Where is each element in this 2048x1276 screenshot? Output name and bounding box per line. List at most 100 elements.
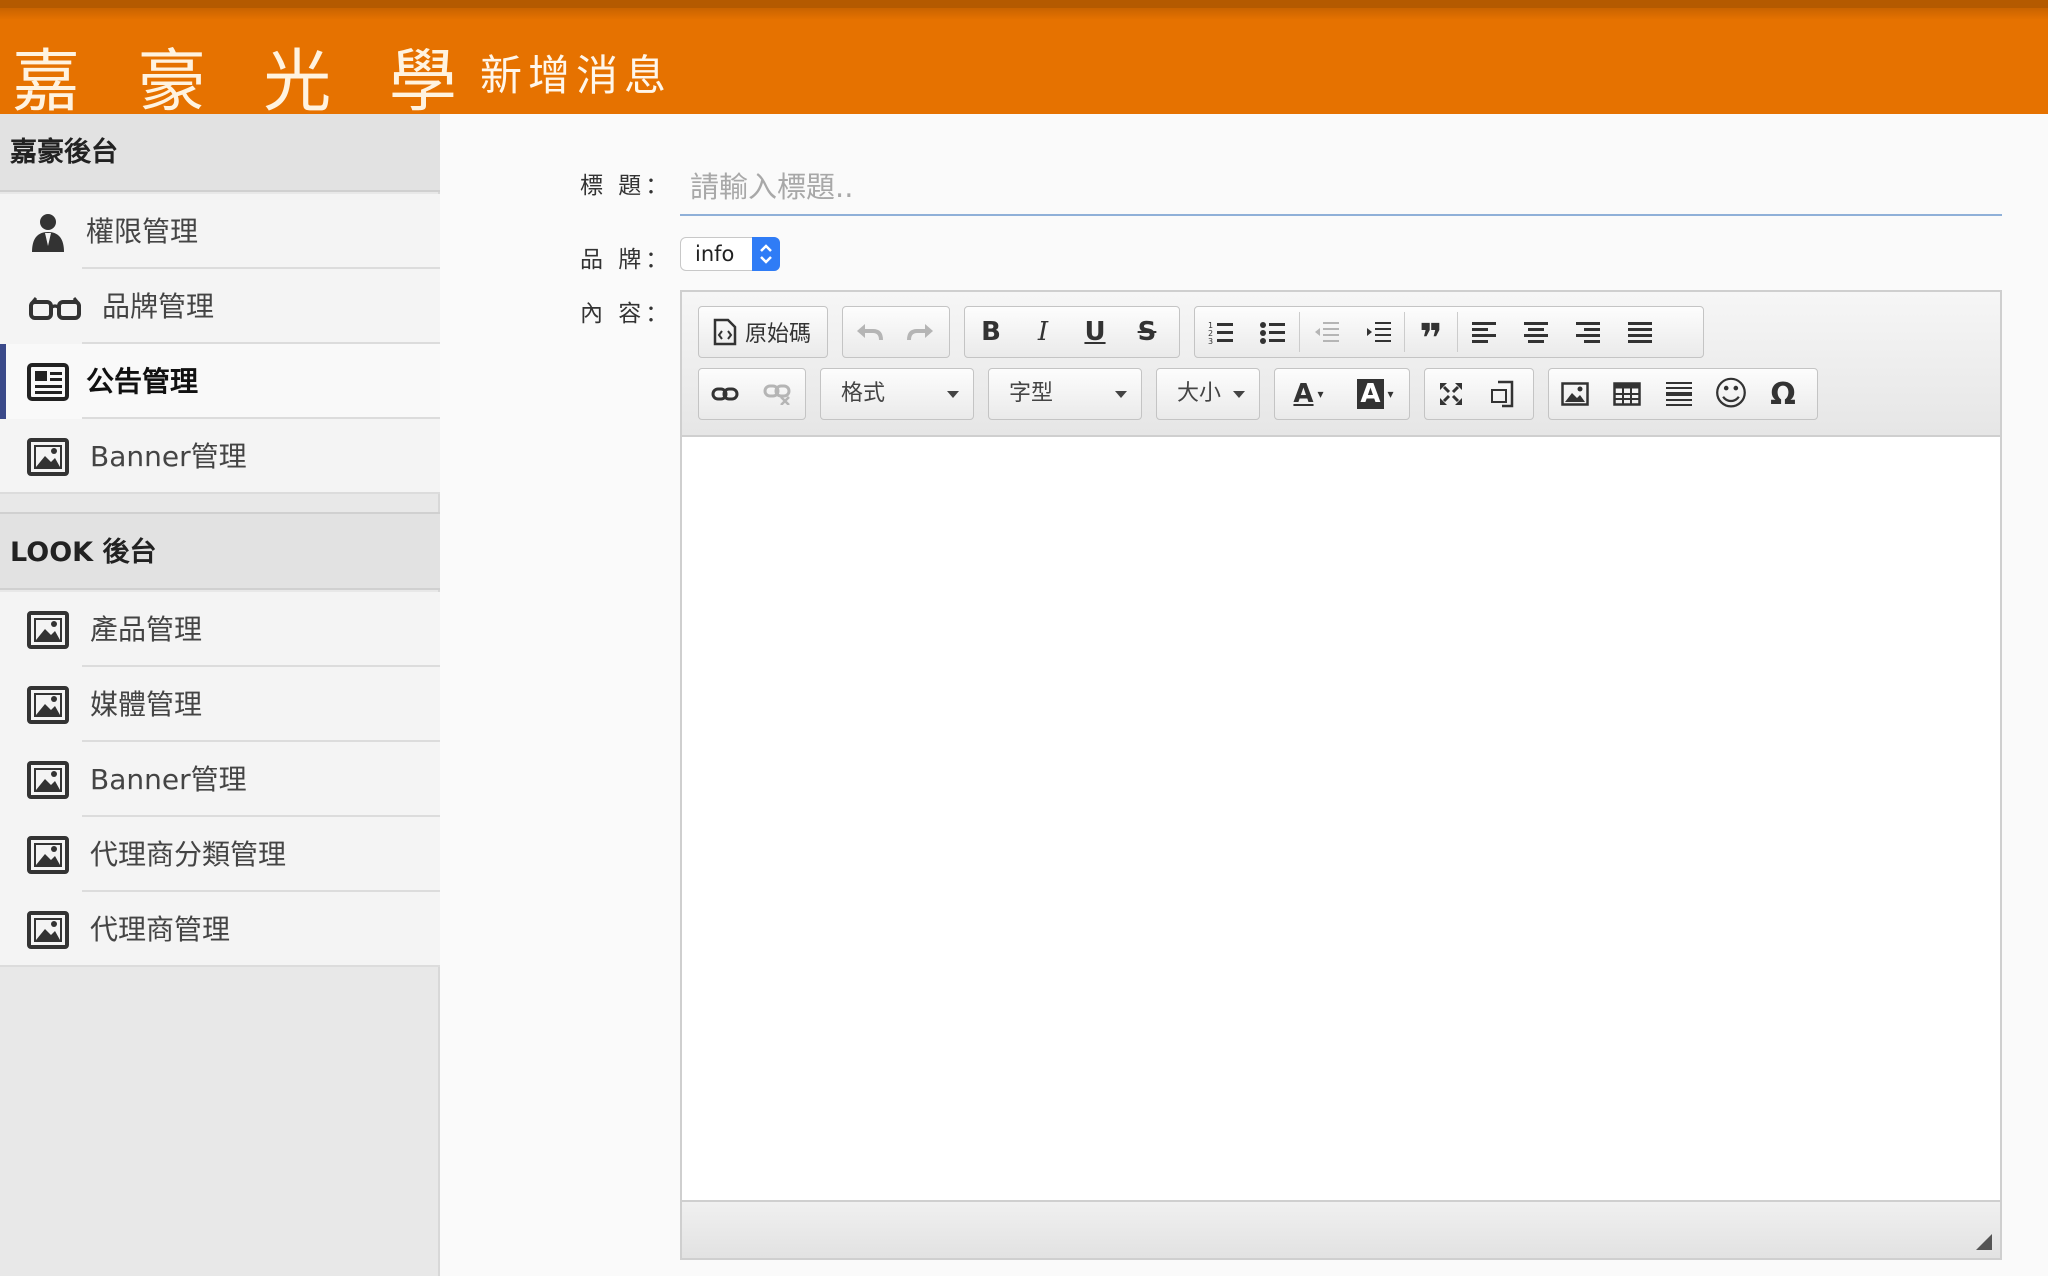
underline-button[interactable]: U [1069,307,1121,357]
sidebar-item-announcements[interactable]: 公告管理 [0,344,440,419]
select-arrows-icon [752,237,780,271]
indent-button[interactable] [1352,307,1404,357]
bold-button[interactable]: B [965,307,1017,357]
sidebar-item-permissions[interactable]: 權限管理 [0,194,440,269]
align-left-button[interactable] [1458,307,1510,357]
size-dropdown[interactable]: 大小 [1156,368,1260,420]
image-icon [27,438,69,476]
sidebar-item-label: 媒體管理 [90,688,203,721]
outdent-icon [1315,322,1339,342]
paragraph-group: 1 2 3 ❞ [1194,306,1704,362]
glasses-icon [29,297,81,320]
bulleted-list-button[interactable] [1247,307,1299,357]
justify-button[interactable] [1614,307,1666,357]
color-group: A ▾ A ▾ [1274,368,1410,420]
insert-image-button[interactable] [1549,369,1601,419]
brand-select-value: info [695,242,735,266]
user-icon [32,214,64,252]
blockquote-button[interactable]: ❞ [1405,307,1457,362]
sidebar: 嘉豪後台 權限管理 品牌管理 公告管理 Banner管理 LOOK 後台 產品管… [0,114,440,1276]
sidebar-item-banner[interactable]: Banner管理 [0,419,440,494]
background-color-icon: A [1357,379,1384,409]
brand-logo: 嘉 豪 光 學 [12,43,475,122]
image-icon [27,686,69,724]
chevron-down-icon [947,391,959,398]
sidebar-item-label: 代理商管理 [90,913,231,946]
maximize-icon [1440,383,1462,405]
title-label: 標 題： [580,173,673,199]
sidebar-item-brands[interactable]: 品牌管理 [0,269,440,344]
table-icon [1613,382,1641,406]
unlink-button[interactable] [751,369,803,419]
title-input[interactable] [680,160,2002,216]
text-color-icon: A [1293,379,1314,409]
content-label: 內 容： [580,301,673,327]
sidebar-item-label: Banner管理 [90,763,247,796]
ordered-list-icon: 1 2 3 [1208,321,1233,344]
align-center-icon [1524,322,1548,343]
image-icon [27,836,69,874]
source-button[interactable]: 原始碼 [698,306,828,358]
link-icon [711,387,739,401]
special-char-button[interactable]: Ω [1757,369,1809,419]
justify-icon [1628,322,1652,343]
sidebar-section-title: LOOK 後台 [0,512,440,590]
link-button[interactable] [699,369,751,419]
show-blocks-button[interactable] [1477,369,1529,419]
format-dropdown-label: 格式 [841,381,886,406]
undo-button[interactable] [843,307,895,357]
sidebar-item-agent-categories[interactable]: 代理商分類管理 [0,817,440,892]
indent-icon [1367,322,1391,342]
align-right-button[interactable] [1562,307,1614,357]
text-style-group: B I U S [964,306,1180,358]
size-dropdown-label: 大小 [1177,381,1222,406]
ordered-list-button[interactable]: 1 2 3 [1195,307,1247,357]
text-color-button[interactable]: A ▾ [1275,369,1342,419]
brand-select[interactable]: info [680,237,780,271]
sidebar-item-label: 代理商分類管理 [90,838,287,871]
undo-icon [857,324,883,341]
link-group [698,368,806,420]
insert-table-button[interactable] [1601,369,1653,419]
sidebar-item-agents[interactable]: 代理商管理 [0,892,440,967]
maximize-button[interactable] [1425,369,1477,419]
image-icon [27,761,69,799]
horizontal-rule-icon [1666,382,1692,406]
strikethrough-button[interactable]: S [1121,307,1173,357]
editor-statusbar [682,1200,2000,1258]
image-icon [27,611,69,649]
align-center-button[interactable] [1510,307,1562,357]
format-dropdown[interactable]: 格式 [820,368,974,420]
outdent-button[interactable] [1300,307,1352,357]
svg-text:3: 3 [1208,337,1213,344]
chevron-down-icon: ▾ [1387,387,1394,401]
show-blocks-icon [1491,380,1514,408]
smiley-button[interactable]: ☺ [1705,369,1757,419]
brand-label: 品 牌： [580,247,673,273]
editor-content-area[interactable] [682,437,2000,1202]
horizontal-rule-button[interactable] [1653,369,1705,419]
unlink-icon [763,384,791,405]
background-color-button[interactable]: A ▾ [1342,369,1409,419]
redo-button[interactable] [895,307,947,357]
sidebar-item-media[interactable]: 媒體管理 [0,667,440,742]
sidebar-section-title: 嘉豪後台 [0,114,440,192]
sidebar-item-products[interactable]: 產品管理 [0,592,440,667]
rich-text-editor: 原始碼 B I U S 1 2 3 ❞ 格式 字型 大小 A ▾ A ▾ ☺ Ω [680,290,2002,1260]
chevron-down-icon: ▾ [1317,387,1324,401]
newspaper-icon [27,363,69,401]
font-dropdown[interactable]: 字型 [988,368,1142,420]
align-left-icon [1472,322,1496,343]
source-button-label: 原始碼 [745,322,812,347]
sidebar-item-label: Banner管理 [90,440,247,473]
chevron-down-icon [1233,391,1245,398]
image-icon [27,911,69,949]
bulleted-list-icon [1260,322,1285,344]
italic-button[interactable]: I [1017,307,1069,357]
app-header: 嘉 豪 光 學 新增消息 [0,0,2048,122]
view-group [1424,368,1534,420]
resize-handle-icon[interactable] [1976,1234,1992,1250]
sidebar-item-label: 品牌管理 [102,290,215,323]
sidebar-item-look-banner[interactable]: Banner管理 [0,742,440,817]
sidebar-item-label: 權限管理 [86,215,199,248]
